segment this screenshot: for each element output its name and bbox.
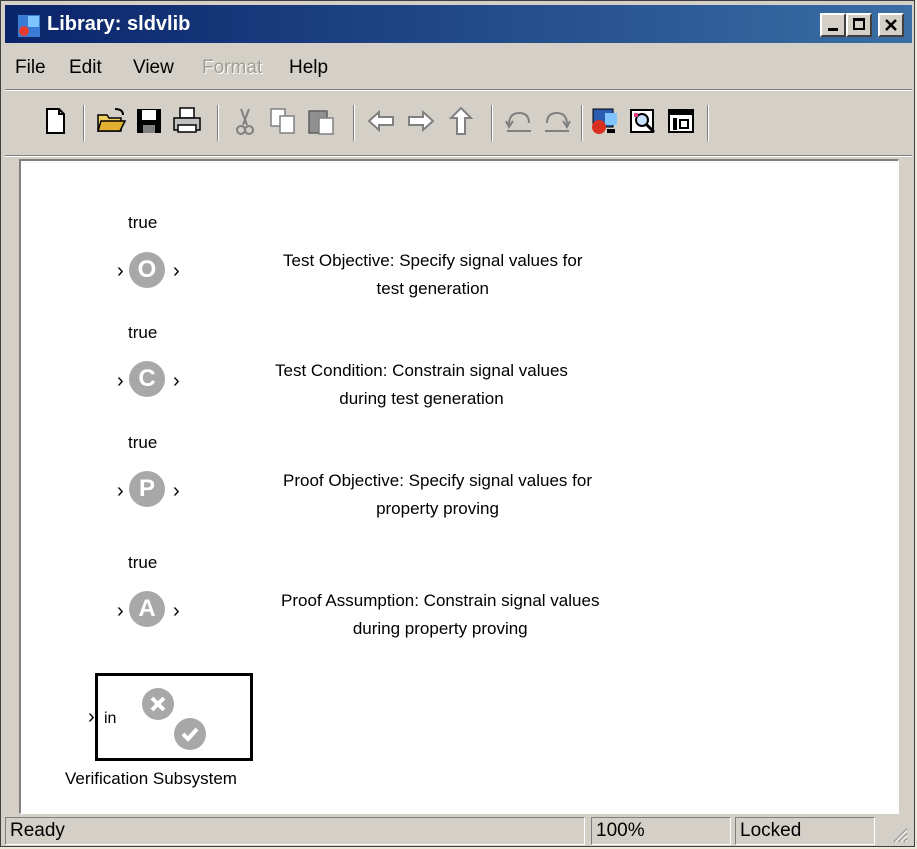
menu-format[interactable]: Format bbox=[202, 57, 262, 79]
menu-help[interactable]: Help bbox=[289, 57, 328, 79]
toolbar-separator-line bbox=[5, 155, 912, 157]
menu-edit[interactable]: Edit bbox=[69, 57, 102, 79]
save-icon[interactable] bbox=[133, 105, 165, 137]
test-objective-description: Test Objective: Specify signal values fo… bbox=[283, 247, 583, 303]
port-label: in bbox=[104, 710, 117, 727]
print-icon[interactable] bbox=[171, 105, 203, 137]
resize-grip-icon[interactable] bbox=[890, 825, 908, 843]
window-title: Library: sldvlib bbox=[47, 13, 191, 35]
output-port-icon: › bbox=[173, 370, 180, 392]
proof-assumption-description: Proof Assumption: Constrain signal value… bbox=[281, 587, 599, 643]
toolbar bbox=[5, 95, 912, 155]
new-document-icon[interactable] bbox=[39, 105, 71, 137]
input-port-icon: › bbox=[117, 370, 124, 392]
toolbar-separator bbox=[83, 105, 85, 141]
lock-state: Locked bbox=[735, 817, 875, 845]
undo-icon[interactable] bbox=[503, 105, 535, 137]
debugger-icon[interactable] bbox=[665, 105, 697, 137]
menu-view[interactable]: View bbox=[133, 57, 174, 79]
description-line: Test Condition: Constrain signal values bbox=[275, 361, 568, 380]
test-condition-description: Test Condition: Constrain signal values … bbox=[275, 357, 568, 413]
output-port-icon: › bbox=[173, 480, 180, 502]
output-port-icon: › bbox=[173, 600, 180, 622]
subsystem-name: Verification Subsystem bbox=[65, 769, 237, 788]
minimize-icon bbox=[828, 28, 838, 31]
open-folder-icon[interactable] bbox=[95, 105, 127, 137]
proof-assumption-block[interactable]: A bbox=[129, 591, 165, 627]
description-line: Test Objective: Specify signal values fo… bbox=[283, 251, 583, 270]
close-button[interactable] bbox=[878, 13, 904, 37]
copy-icon[interactable] bbox=[267, 105, 299, 137]
simulink-app-icon bbox=[17, 14, 41, 38]
input-port-icon: › bbox=[88, 706, 95, 728]
forward-arrow-icon[interactable] bbox=[405, 105, 437, 137]
menu-separator bbox=[5, 89, 912, 91]
zoom-level: 100% bbox=[591, 817, 731, 845]
menu-file[interactable]: File bbox=[15, 57, 46, 79]
input-port-icon: › bbox=[117, 600, 124, 622]
cut-icon[interactable] bbox=[229, 105, 261, 137]
library-browser-icon[interactable] bbox=[589, 105, 621, 137]
test-condition-block[interactable]: C bbox=[129, 361, 165, 397]
check-circle-icon bbox=[174, 718, 206, 750]
input-port-icon: › bbox=[117, 480, 124, 502]
minimize-button[interactable] bbox=[820, 13, 846, 37]
title-bar[interactable]: Library: sldvlib bbox=[5, 5, 912, 43]
verification-subsystem-block[interactable]: › in bbox=[88, 673, 253, 761]
test-objective-block[interactable]: O bbox=[129, 252, 165, 288]
signal-label: true bbox=[128, 213, 158, 232]
toolbar-separator bbox=[581, 105, 583, 141]
description-line: Proof Assumption: Constrain signal value… bbox=[281, 591, 600, 610]
proof-objective-description: Proof Objective: Specify signal values f… bbox=[283, 467, 592, 523]
signal-label: true bbox=[128, 323, 158, 342]
description-line: during test generation bbox=[339, 389, 504, 408]
description-line: test generation bbox=[376, 279, 489, 298]
close-icon bbox=[885, 19, 897, 31]
x-circle-icon bbox=[142, 688, 174, 720]
toolbar-separator bbox=[491, 105, 493, 141]
maximize-icon bbox=[853, 18, 865, 30]
signal-label: true bbox=[128, 553, 158, 572]
up-arrow-icon[interactable] bbox=[445, 105, 477, 137]
toolbar-separator bbox=[707, 105, 709, 141]
status-bar: Ready 100% Locked bbox=[5, 817, 912, 845]
library-window: Library: sldvlib File Edit View Format H… bbox=[0, 0, 915, 847]
toolbar-separator bbox=[353, 105, 355, 141]
model-explorer-icon[interactable] bbox=[627, 105, 659, 137]
status-message: Ready bbox=[5, 817, 585, 845]
toolbar-separator bbox=[217, 105, 219, 141]
model-canvas[interactable]: true › O › Test Objective: Specify signa… bbox=[19, 159, 899, 814]
signal-label: true bbox=[128, 433, 158, 452]
back-arrow-icon[interactable] bbox=[365, 105, 397, 137]
maximize-button[interactable] bbox=[846, 13, 872, 37]
output-port-icon: › bbox=[173, 260, 180, 282]
input-port-icon: › bbox=[117, 260, 124, 282]
paste-icon[interactable] bbox=[305, 105, 337, 137]
proof-objective-block[interactable]: P bbox=[129, 471, 165, 507]
description-line: property proving bbox=[376, 499, 499, 518]
redo-icon[interactable] bbox=[541, 105, 573, 137]
description-line: during property proving bbox=[352, 619, 528, 638]
description-line: Proof Objective: Specify signal values f… bbox=[283, 471, 592, 490]
